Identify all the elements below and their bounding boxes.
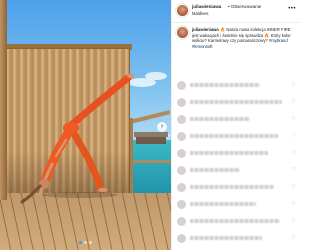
heart-outline-icon[interactable]: ♡ (292, 168, 296, 173)
comment-item[interactable]: ♡ (172, 97, 301, 109)
avatar[interactable] (177, 27, 188, 38)
heart-outline-icon[interactable]: ♡ (292, 219, 296, 224)
comment-text-blurred (190, 185, 274, 189)
avatar[interactable] (177, 81, 186, 90)
comment-item[interactable]: ♡ (172, 233, 301, 245)
carousel-indicator (0, 241, 171, 244)
heart-outline-icon[interactable]: ♡ (292, 83, 296, 88)
carousel-dot (79, 241, 82, 244)
avatar[interactable] (177, 217, 186, 226)
chevron-right-icon: › (160, 123, 164, 130)
post-photo[interactable]: › (0, 0, 171, 250)
avatar[interactable] (177, 234, 186, 243)
comment-text-blurred (190, 202, 256, 206)
heart-outline-icon[interactable]: ♡ (292, 100, 296, 105)
heart-outline-icon[interactable]: ♡ (292, 202, 296, 207)
avatar[interactable] (177, 200, 186, 209)
follow-status[interactable]: • Obserwowanie (228, 4, 261, 9)
avatar[interactable] (177, 98, 186, 107)
avatar[interactable] (177, 115, 186, 124)
heart-outline-icon[interactable]: ♡ (292, 236, 296, 241)
avatar[interactable] (177, 5, 188, 16)
post-side-panel: juliawieniawa • Obserwowanie Maldives ••… (171, 0, 301, 250)
carousel-dot (89, 241, 92, 244)
caption-text: juliawieniawa 🔥 Nasza nowa kolekcja INNE… (192, 27, 298, 49)
avatar[interactable] (177, 166, 186, 175)
carousel-dot (84, 241, 87, 244)
heart-outline-icon[interactable]: ♡ (292, 134, 296, 139)
comment-item[interactable]: ♡ (172, 114, 301, 126)
comment-item[interactable]: ♡ (172, 216, 301, 228)
comment-item[interactable]: ♡ (172, 131, 301, 143)
avatar[interactable] (177, 183, 186, 192)
heart-outline-icon[interactable]: ♡ (292, 151, 296, 156)
comment-item[interactable]: ♡ (172, 199, 301, 211)
yoga-figure (20, 73, 135, 204)
caption-username[interactable]: juliawieniawa (192, 27, 219, 32)
more-options-button[interactable]: ••• (288, 6, 296, 12)
comment-item[interactable]: ♡ (172, 182, 301, 194)
wooden-pole (0, 0, 7, 200)
comment-text-blurred (190, 151, 268, 155)
avatar[interactable] (177, 149, 186, 158)
post-location[interactable]: Maldives (192, 11, 209, 16)
next-photo-button[interactable]: › (157, 122, 167, 132)
comment-text-blurred (190, 168, 240, 172)
comment-text-blurred (190, 117, 250, 121)
comment-text-blurred (190, 100, 282, 104)
avatar[interactable] (177, 132, 186, 141)
heart-outline-icon[interactable]: ♡ (292, 185, 296, 190)
comment-item[interactable]: ♡ (172, 165, 301, 177)
comment-text-blurred (190, 134, 278, 138)
instagram-post: › juliawieniawa • Obserwowanie Maldives … (0, 0, 301, 250)
comment-text-blurred (190, 219, 280, 223)
comment-text-blurred (190, 83, 260, 87)
comment-text-blurred (190, 236, 262, 240)
heart-outline-icon[interactable]: ♡ (292, 117, 296, 122)
comment-item[interactable]: ♡ (172, 80, 301, 92)
ellipsis-icon: ••• (288, 6, 296, 12)
post-header: juliawieniawa • Obserwowanie Maldives ••… (172, 0, 301, 23)
comment-item[interactable]: ♡ (172, 148, 301, 160)
post-username[interactable]: juliawieniawa (192, 4, 221, 9)
